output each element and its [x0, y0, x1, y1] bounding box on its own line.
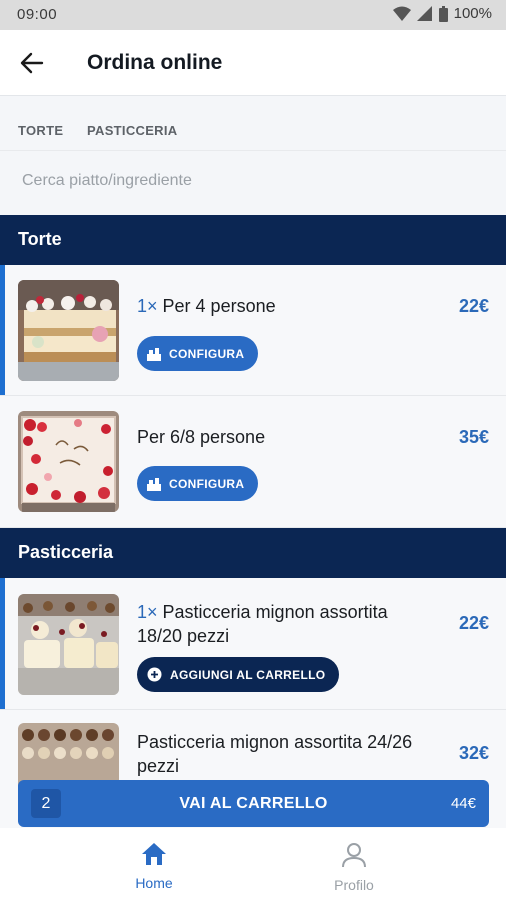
product-item[interactable]: 1× Pasticceria mignon assortita 18/20 pez…	[0, 578, 506, 710]
product-name: Pasticceria mignon assortita 24/26 pezzi	[137, 730, 427, 778]
tab-torte[interactable]: TORTE	[18, 123, 63, 138]
nav-profile-label: Profilo	[334, 877, 374, 893]
signal-icon	[416, 5, 432, 21]
cart-total: 44€	[450, 795, 476, 812]
product-name: 1× Pasticceria mignon assortita 18/20 pez…	[137, 600, 427, 648]
status-bar: 09:00 100%	[0, 0, 506, 30]
plus-circle-icon	[147, 667, 162, 682]
product-title: Pasticceria mignon assortita 18/20 pezzi	[137, 602, 388, 646]
search-input[interactable]	[22, 172, 482, 190]
configure-icon	[147, 347, 161, 361]
go-to-cart-button[interactable]: 2 VAI AL CARRELLO 44€	[18, 780, 489, 827]
category-tabs: TORTE PASTICCERIA	[0, 97, 506, 151]
nav-profile[interactable]: Profilo	[304, 842, 404, 893]
product-image	[18, 594, 119, 695]
tab-pasticceria[interactable]: PASTICCERIA	[87, 123, 177, 138]
home-icon	[142, 843, 166, 865]
product-item[interactable]: 1× Per 4 persone 22€ CONFIGURA	[0, 265, 506, 396]
configure-button[interactable]: CONFIGURA	[137, 466, 259, 501]
status-time: 09:00	[17, 6, 58, 23]
section-header-pasticceria: Pasticceria	[0, 528, 506, 578]
section-header-torte: Torte	[0, 215, 506, 265]
wifi-icon	[392, 6, 411, 21]
product-name: 1× Per 4 persone	[137, 294, 427, 318]
product-title: Per 4 persone	[162, 296, 276, 316]
configure-button[interactable]: CONFIGURA	[137, 336, 259, 371]
bottom-nav: Home Profilo	[0, 828, 506, 900]
product-price: 22€	[458, 296, 489, 316]
configure-icon	[147, 477, 161, 491]
cart-button-label: VAI AL CARRELLO	[179, 795, 328, 812]
battery-icon	[438, 5, 448, 22]
product-item[interactable]: Per 6/8 persone 35€ CONFIGURA	[0, 396, 506, 528]
nav-home[interactable]: Home	[104, 842, 204, 891]
configure-label: CONFIGURA	[169, 476, 245, 491]
arrow-left-icon[interactable]	[18, 49, 46, 77]
search-bar	[0, 152, 506, 214]
nav-home-label: Home	[135, 875, 173, 891]
product-title: Per 6/8 persone	[137, 427, 266, 447]
product-title: Pasticceria mignon assortita 24/26 pezzi	[137, 732, 413, 776]
battery-percent: 100%	[453, 5, 492, 22]
product-image	[18, 280, 119, 381]
product-image	[18, 411, 119, 512]
product-price: 35€	[458, 427, 489, 447]
product-price: 32€	[458, 743, 489, 763]
add-to-cart-label: AGGIUNGI AL CARRELLO	[170, 667, 326, 682]
product-price: 22€	[458, 613, 489, 633]
product-name: Per 6/8 persone	[137, 425, 427, 449]
product-quantity: 1×	[137, 296, 158, 316]
page-title: Ordina online	[87, 51, 223, 74]
add-to-cart-button[interactable]: AGGIUNGI AL CARRELLO	[137, 657, 340, 692]
configure-label: CONFIGURA	[169, 346, 245, 361]
app-bar: Ordina online	[0, 30, 506, 96]
profile-icon	[342, 843, 366, 868]
product-quantity: 1×	[137, 602, 158, 622]
